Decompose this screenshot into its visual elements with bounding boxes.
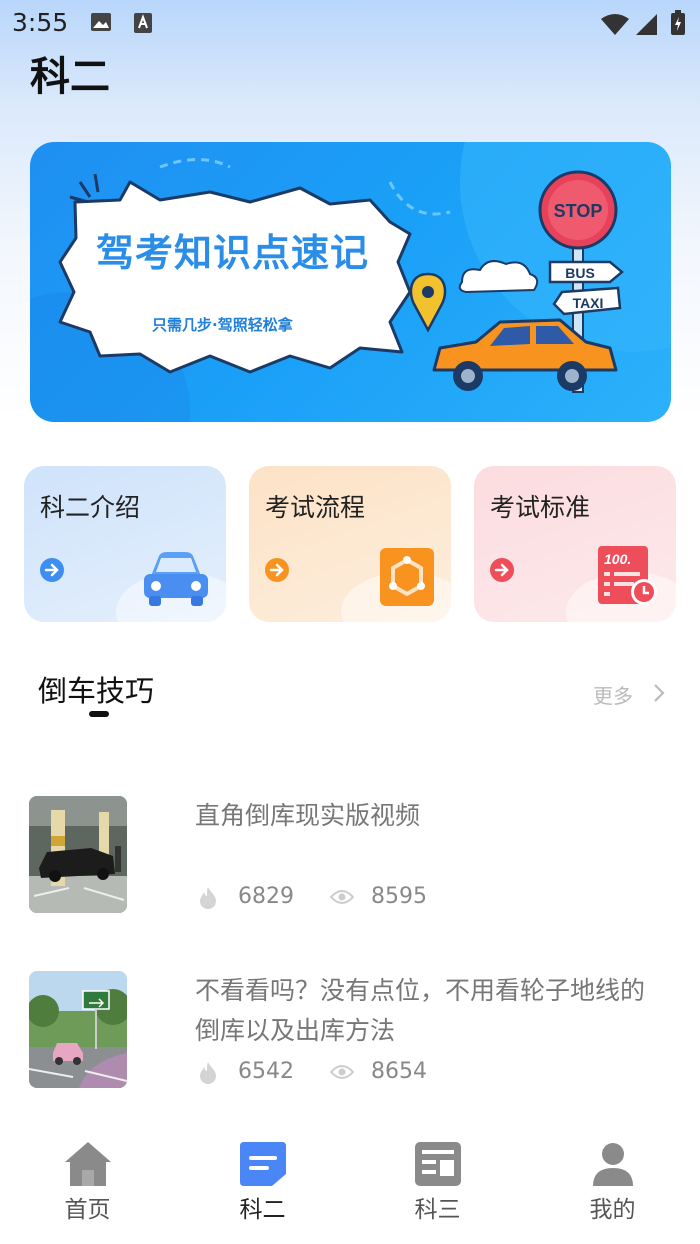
eye-icon <box>330 890 354 904</box>
home-icon <box>65 1142 111 1186</box>
font-notification-icon <box>134 13 152 33</box>
nav-label: 科三 <box>414 1197 461 1223</box>
arrow-right-icon <box>490 558 514 582</box>
view-count: 8595 <box>371 884 427 909</box>
arrow-right-icon <box>40 558 64 582</box>
nav-subject3[interactable]: 科三 <box>350 1124 525 1244</box>
status-bar: 3:55 <box>0 0 700 48</box>
video-thumbnail <box>29 971 127 1088</box>
video-thumbnail <box>29 796 127 913</box>
arrow-right-icon <box>265 558 289 582</box>
card-label: 科二介绍 <box>40 493 141 522</box>
banner[interactable]: STOP BUS TAXI 驾考知识点速记 只需几步·驾照轻松拿 <box>30 142 671 422</box>
hot-count: 6542 <box>238 1059 294 1084</box>
card-exam-standard[interactable]: 考试标准 100. <box>474 466 676 622</box>
section-underline <box>89 711 109 717</box>
wifi-icon <box>601 14 629 35</box>
fire-icon <box>200 1062 216 1084</box>
bus-sign-text: BUS <box>565 265 595 281</box>
item-title: 不看看吗？没有点位，不用看轮子地线的倒库以及出库方法 <box>195 976 646 1045</box>
signal-icon <box>636 14 657 35</box>
item-title: 直角倒库现实版视频 <box>195 801 421 830</box>
bottom-nav: 首页 科二 科三 我的 <box>0 1124 700 1244</box>
gallery-icon <box>91 13 111 31</box>
hot-count: 6829 <box>238 884 294 909</box>
page-title: 科二 <box>30 54 110 100</box>
process-icon <box>380 548 434 606</box>
eye-icon <box>330 1065 354 1079</box>
car-icon <box>144 552 208 606</box>
stop-sign-text: STOP <box>554 201 603 221</box>
card-label: 考试标准 <box>490 493 591 522</box>
nav-subject2[interactable]: 科二 <box>175 1124 350 1244</box>
chevron-right-icon[interactable] <box>652 682 666 704</box>
nav-label: 我的 <box>589 1197 636 1223</box>
list-item[interactable]: 直角倒库现实版视频 6829 8595 <box>0 796 700 916</box>
newspaper-icon <box>415 1142 461 1186</box>
nav-label: 科二 <box>239 1197 286 1223</box>
nav-mine[interactable]: 我的 <box>525 1124 700 1244</box>
card-exam-process[interactable]: 考试流程 <box>249 466 451 622</box>
section-title: 倒车技巧 <box>38 674 155 708</box>
score-sheet-icon: 100. <box>598 546 657 605</box>
document-icon <box>240 1142 286 1186</box>
card-label: 考试流程 <box>265 493 366 522</box>
banner-title: 驾考知识点速记 <box>96 231 370 275</box>
user-icon <box>593 1143 633 1186</box>
more-link[interactable]: 更多 <box>593 680 633 709</box>
battery-icon <box>671 10 685 35</box>
view-count: 8654 <box>371 1059 427 1084</box>
card-subject2-intro[interactable]: 科二介绍 <box>24 466 226 622</box>
banner-illustration: STOP BUS TAXI <box>30 142 671 422</box>
svg-text:100.: 100. <box>604 551 631 567</box>
status-time: 3:55 <box>12 8 69 37</box>
nav-home[interactable]: 首页 <box>0 1124 175 1244</box>
fire-icon <box>200 887 216 909</box>
banner-subtitle: 只需几步·驾照轻松拿 <box>152 316 293 334</box>
list-item[interactable]: 不看看吗？没有点位，不用看轮子地线的倒库以及出库方法 6542 8654 <box>0 971 700 1091</box>
nav-label: 首页 <box>64 1197 111 1223</box>
taxi-sign-text: TAXI <box>573 295 604 311</box>
